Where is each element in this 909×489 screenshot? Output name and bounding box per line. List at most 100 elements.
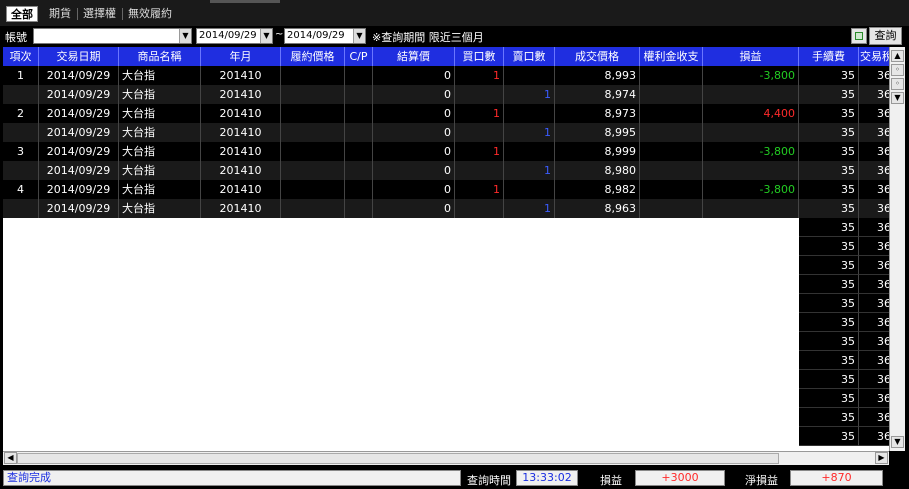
- cell-tax: 36: [859, 275, 889, 294]
- table-row[interactable]: 3536: [799, 389, 889, 408]
- table-row[interactable]: 2014/09/29大台指201410 0 18,963 3536: [3, 199, 889, 218]
- cell-tax: 36: [859, 332, 889, 351]
- cell-ym: 201410: [201, 123, 281, 142]
- query-button[interactable]: 查詢: [869, 27, 902, 45]
- cell-strike: [281, 142, 345, 161]
- cell-date: 2014/09/29: [39, 199, 119, 218]
- cell-cp: [345, 142, 373, 161]
- table-row[interactable]: 3536: [799, 256, 889, 275]
- table-row[interactable]: 3536: [799, 218, 889, 237]
- query-toolbar: 帳號 ▼ 2014/09/29 ▼ ~ 2014/09/29 ▼ ※查詢期間 限…: [0, 26, 909, 46]
- cell-fee: 35: [799, 294, 859, 313]
- table-row[interactable]: 3536: [799, 408, 889, 427]
- scroll-up-icon[interactable]: ▲: [891, 50, 904, 62]
- table-row[interactable]: 12014/09/29大台指201410018,993-3,8003536: [3, 66, 889, 85]
- table-row[interactable]: 3536: [799, 313, 889, 332]
- cell-product: 大台指: [119, 66, 201, 85]
- scroll-page-up-icon[interactable]: ◦: [891, 64, 904, 76]
- cell-product: 大台指: [119, 104, 201, 123]
- cell-sell: 1: [504, 123, 555, 142]
- cell-premium: [640, 161, 703, 180]
- date-from-select[interactable]: 2014/09/29 ▼: [196, 28, 273, 44]
- column-header-sell[interactable]: 賣口數: [504, 47, 555, 66]
- cell-fee: 35: [799, 66, 859, 85]
- chevron-down-icon[interactable]: ▼: [353, 29, 365, 43]
- column-header-ym[interactable]: 年月: [201, 47, 281, 66]
- column-header-fee[interactable]: 手續費: [799, 47, 859, 66]
- cell-tax: 36: [859, 66, 889, 85]
- horizontal-scrollbar[interactable]: ◀ ▶: [3, 451, 889, 465]
- cell-sell: [504, 180, 555, 199]
- cell-buy: [455, 85, 504, 104]
- scroll-end-icon[interactable]: ▼: [891, 92, 904, 104]
- column-header-pnl[interactable]: 損益: [703, 47, 799, 66]
- tab-all[interactable]: 全部: [6, 6, 38, 22]
- vertical-scrollbar[interactable]: ▲ ◦ ◦ ▼ ▼: [889, 47, 905, 451]
- table-row[interactable]: 22014/09/29大台指201410 01 8,973 4,4003536: [3, 104, 889, 123]
- column-header-strike[interactable]: 履約價格: [281, 47, 345, 66]
- cell-tax: 36: [859, 218, 889, 237]
- cell-buy: 1: [455, 104, 504, 123]
- column-header-date[interactable]: 交易日期: [39, 47, 119, 66]
- cell-sell: 1: [504, 199, 555, 218]
- cell-fee: 35: [799, 370, 859, 389]
- cell-pnl: -3,800: [703, 180, 799, 199]
- column-header-price[interactable]: 成交價格: [555, 47, 640, 66]
- cell-settle: 0: [373, 104, 455, 123]
- cell-buy: 1: [455, 66, 504, 85]
- cell-strike: [281, 180, 345, 199]
- table-row[interactable]: 3536: [799, 351, 889, 370]
- scroll-right-icon[interactable]: ▶: [875, 452, 888, 464]
- chevron-down-icon[interactable]: ▼: [260, 29, 272, 43]
- column-header-product[interactable]: 商品名稱: [119, 47, 201, 66]
- cell-product: 大台指: [119, 85, 201, 104]
- table-row[interactable]: 2014/09/29大台指201410 0 18,995 3536: [3, 123, 889, 142]
- column-header-buy[interactable]: 買口數: [455, 47, 504, 66]
- tab-options[interactable]: 選擇權: [79, 6, 120, 22]
- scroll-down-icon[interactable]: ▼: [891, 436, 904, 448]
- cell-tax: 36: [859, 123, 889, 142]
- horizontal-scroll-thumb[interactable]: [17, 453, 779, 464]
- cell-product: 大台指: [119, 142, 201, 161]
- table-row[interactable]: 42014/09/29大台指201410 01 8,982 -3,8003536: [3, 180, 889, 199]
- account-select[interactable]: ▼: [33, 28, 192, 44]
- cell-date: 2014/09/29: [39, 66, 119, 85]
- column-header-settle[interactable]: 結算價: [373, 47, 455, 66]
- query-time-label: 查詢時間: [467, 474, 511, 487]
- table-row[interactable]: 3536: [799, 370, 889, 389]
- tab-invalid-exercise[interactable]: 無效履約: [124, 6, 176, 22]
- table-row[interactable]: 3536: [799, 275, 889, 294]
- table-row[interactable]: 2014/09/29大台指201410 0 18,974 3536: [3, 85, 889, 104]
- cell-buy: [455, 161, 504, 180]
- column-header-cp[interactable]: C/P: [345, 47, 373, 66]
- cell-strike: [281, 161, 345, 180]
- column-header-tax[interactable]: 交易稅: [859, 47, 889, 66]
- table-row[interactable]: 3536: [799, 237, 889, 256]
- cell-premium: [640, 142, 703, 161]
- cell-settle: 0: [373, 142, 455, 161]
- cell-premium: [640, 66, 703, 85]
- tab-bar: 全部 期貨 選擇權 無效履約: [0, 0, 909, 26]
- table-row[interactable]: 3536: [799, 427, 889, 446]
- cell-tax: 36: [859, 85, 889, 104]
- table-row[interactable]: 3536: [799, 294, 889, 313]
- trade-table: 項次 交易日期 商品名稱 年月 履約價格 C/P 結算價 買口數 賣口數 成交價格 權利金收支 損益手…: [3, 47, 889, 451]
- status-message: 查詢完成: [3, 470, 461, 486]
- tab-futures[interactable]: 期貨: [45, 6, 75, 22]
- scroll-page-down-icon[interactable]: ◦: [891, 78, 904, 90]
- table-row[interactable]: 2014/09/29大台指201410 0 18,980 3536: [3, 161, 889, 180]
- cell-cp: [345, 104, 373, 123]
- scroll-left-icon[interactable]: ◀: [4, 452, 17, 464]
- cell-sell: 1: [504, 161, 555, 180]
- column-header-premium[interactable]: 權利金收支: [640, 47, 703, 66]
- table-row[interactable]: 3536: [799, 332, 889, 351]
- cell-product: 大台指: [119, 180, 201, 199]
- date-to-select[interactable]: 2014/09/29 ▼: [284, 28, 366, 44]
- table-row[interactable]: 32014/09/29大台指201410 01 8,999 -3,8003536: [3, 142, 889, 161]
- cell-idx: 2: [3, 104, 39, 123]
- export-excel-icon[interactable]: [851, 28, 867, 44]
- chevron-down-icon[interactable]: ▼: [179, 29, 191, 43]
- cell-strike: [281, 85, 345, 104]
- cell-date: 2014/09/29: [39, 142, 119, 161]
- column-header-idx[interactable]: 項次: [3, 47, 39, 66]
